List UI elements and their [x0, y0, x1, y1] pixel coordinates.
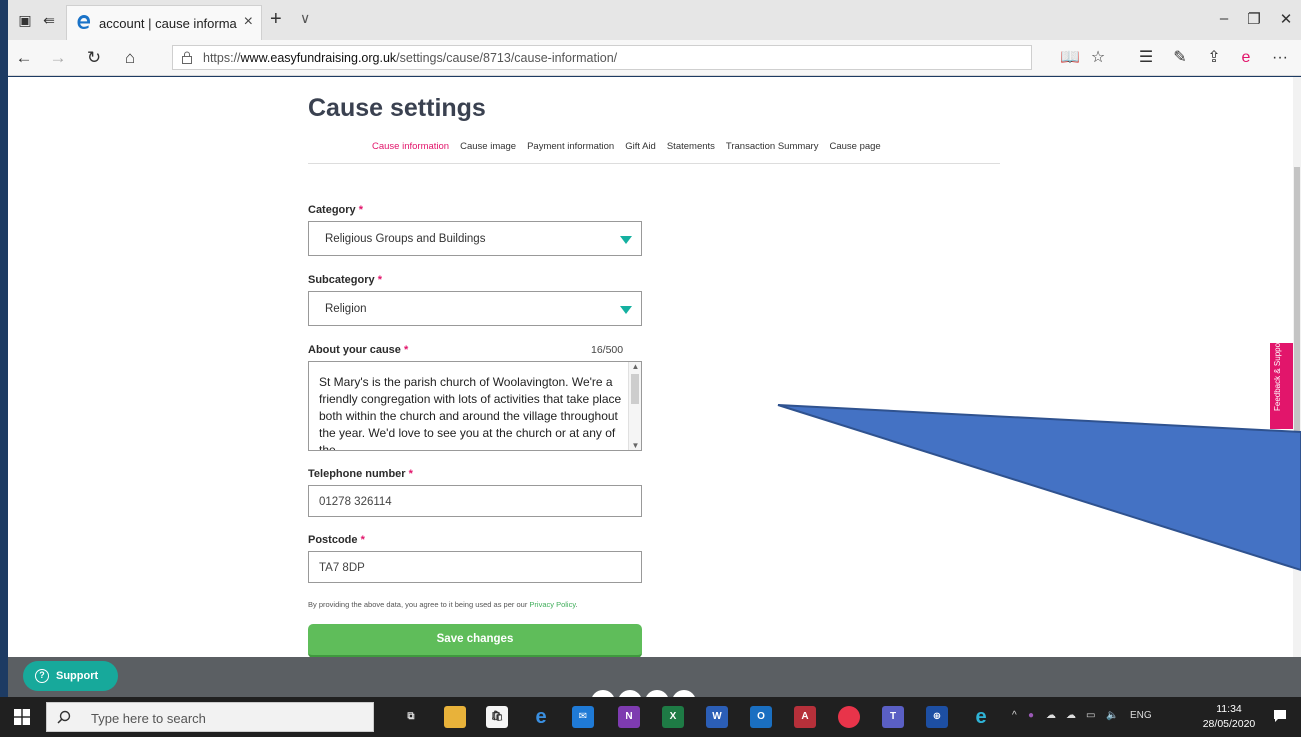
question-icon: ? [35, 669, 49, 683]
scroll-down-icon[interactable]: ▼ [629, 441, 641, 450]
network-icon[interactable]: ▭ [1086, 710, 1095, 721]
set-tabs-aside-icon[interactable]: ⇚ [40, 11, 58, 29]
tab-gift-aid[interactable]: Gift Aid [625, 141, 656, 152]
telephone-value: 01278 326114 [319, 496, 392, 508]
desktop-edge [0, 0, 8, 697]
tab-payment-information[interactable]: Payment information [527, 141, 614, 152]
more-icon[interactable]: ··· [1270, 48, 1290, 68]
file-explorer-icon[interactable] [444, 706, 466, 728]
new-tab-button[interactable]: + [270, 8, 282, 31]
save-changes-button[interactable]: Save changes [308, 624, 642, 657]
page-viewport: Cause settings Cause information Cause i… [8, 77, 1301, 657]
restore-icon[interactable]: ❐ [1244, 10, 1264, 28]
store-icon[interactable]: 🛍 [486, 706, 508, 728]
subnav-divider [308, 163, 1000, 164]
extension-e-icon[interactable]: e [1236, 48, 1256, 68]
teams-icon[interactable]: T [882, 706, 904, 728]
globe-app-icon[interactable]: ⊕ [926, 706, 948, 728]
windows-start-icon[interactable] [14, 709, 30, 725]
postcode-value: TA7 8DP [319, 562, 365, 574]
search-icon [57, 710, 71, 724]
about-label: About your cause * [308, 344, 409, 356]
postcode-input[interactable]: TA7 8DP [308, 551, 642, 583]
about-textarea[interactable]: St Mary's is the parish church of Woolav… [308, 361, 642, 451]
action-center-icon[interactable] [1273, 709, 1287, 723]
app-red-circle-icon[interactable] [838, 706, 860, 728]
access-icon[interactable]: A [794, 706, 816, 728]
privacy-policy-link[interactable]: Privacy Policy [529, 600, 575, 609]
home-icon[interactable]: ⌂ [120, 48, 140, 68]
settings-subnav: Cause information Cause image Payment in… [372, 141, 881, 152]
caret-down-icon [620, 306, 632, 314]
word-icon[interactable]: W [706, 706, 728, 728]
feedback-label: Feedback & Support [1273, 338, 1282, 411]
outlook-icon[interactable]: O [750, 706, 772, 728]
address-bar: ← → ↻ ⌂ https://www.easyfundraising.org.… [8, 40, 1301, 76]
window-close-icon[interactable]: ✕ [1276, 10, 1296, 28]
mail-icon[interactable]: ✉ [572, 706, 594, 728]
scroll-thumb[interactable] [631, 374, 639, 404]
char-counter: 16/500 [591, 344, 624, 356]
postcode-label: Postcode * [308, 534, 365, 546]
tab-preview-icon[interactable]: ▣ [16, 11, 34, 29]
subcategory-select[interactable]: Religion [308, 291, 642, 326]
site-footer [8, 657, 1301, 714]
tab-close-icon[interactable]: × [244, 13, 253, 31]
reading-view-icon[interactable]: 📖 [1060, 48, 1080, 68]
taskbar-search[interactable]: Type here to search [46, 702, 374, 732]
active-tab[interactable]: account | cause informa × [66, 5, 262, 40]
refresh-icon[interactable]: ↻ [84, 48, 104, 68]
language-indicator[interactable]: ENG [1130, 710, 1152, 721]
onenote-icon[interactable]: N [618, 706, 640, 728]
page-title: Cause settings [308, 94, 486, 122]
tab-transaction-summary[interactable]: Transaction Summary [726, 141, 819, 152]
tab-statements[interactable]: Statements [667, 141, 715, 152]
tab-cause-page[interactable]: Cause page [829, 141, 880, 152]
forward-icon[interactable]: → [48, 48, 68, 68]
edge-taskbar-icon[interactable]: e [530, 706, 552, 728]
about-text: St Mary's is the parish church of Woolav… [319, 375, 622, 451]
favorites-list-icon[interactable]: ☰ [1136, 48, 1156, 68]
privacy-notice: By providing the above data, you agree t… [308, 600, 578, 609]
browser-tab-bar: ▣ ⇚ account | cause informa × + ∨ – ❐ ✕ [8, 0, 1301, 40]
telephone-label: Telephone number * [308, 468, 413, 480]
telephone-input[interactable]: 01278 326114 [308, 485, 642, 517]
back-icon[interactable]: ← [14, 48, 34, 68]
lock-icon [182, 51, 192, 64]
task-view-icon[interactable]: ⧉ [400, 706, 422, 728]
share-icon[interactable]: ⇪ [1204, 48, 1224, 68]
pen-icon[interactable]: ✎ [1170, 48, 1190, 68]
clock[interactable]: 11:34 28/05/2020 [1199, 702, 1259, 732]
tab-cause-image[interactable]: Cause image [460, 141, 516, 152]
tray-cloud-icon[interactable]: ☁ [1066, 710, 1076, 721]
tray-onedrive-icon[interactable]: ☁ [1046, 710, 1056, 721]
subcategory-label: Subcategory * [308, 274, 382, 286]
subcategory-value: Religion [325, 303, 367, 315]
tab-cause-information[interactable]: Cause information [372, 141, 449, 152]
windows-taskbar: Type here to search ⧉ 🛍 e ✉ N X W O A T … [0, 697, 1301, 737]
url-field[interactable]: https://www.easyfundraising.org.uk/setti… [172, 45, 1032, 70]
page-scroll-thumb[interactable] [1294, 167, 1300, 497]
tab-title: account | cause informa [99, 16, 237, 31]
tray-app-icon[interactable]: ● [1028, 710, 1034, 721]
minimize-icon[interactable]: – [1214, 10, 1234, 27]
edge-icon [77, 15, 90, 30]
volume-icon[interactable]: 🔈 [1106, 710, 1118, 721]
excel-icon[interactable]: X [662, 706, 684, 728]
textarea-scrollbar[interactable]: ▲ ▼ [628, 362, 641, 450]
category-value: Religious Groups and Buildings [325, 233, 486, 245]
tray-chevron-icon[interactable]: ^ [1012, 710, 1017, 721]
page-scrollbar[interactable] [1293, 77, 1301, 657]
support-button[interactable]: ? Support [23, 661, 118, 691]
category-label: Category * [308, 204, 364, 216]
url-text: https://www.easyfundraising.org.uk/setti… [203, 51, 618, 65]
category-select[interactable]: Religious Groups and Buildings [308, 221, 642, 256]
favorite-star-icon[interactable]: ☆ [1088, 48, 1108, 68]
edge-chromium-icon[interactable]: e [970, 706, 992, 728]
tab-dropdown-icon[interactable]: ∨ [300, 10, 310, 27]
caret-down-icon [620, 236, 632, 244]
scroll-up-icon[interactable]: ▲ [629, 362, 641, 371]
